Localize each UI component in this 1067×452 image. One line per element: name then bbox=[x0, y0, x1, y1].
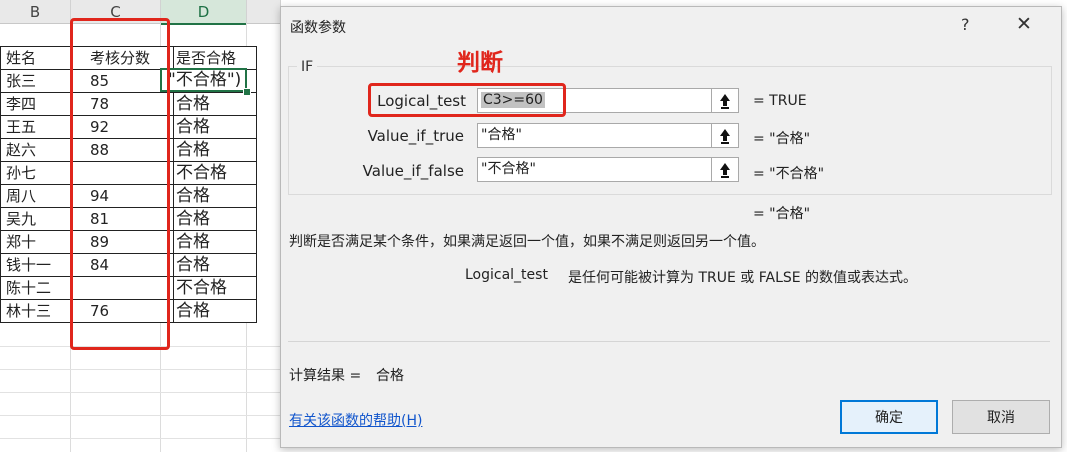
cell-pass[interactable]: 合格 bbox=[173, 138, 257, 162]
collapse-arrow-icon bbox=[720, 128, 730, 144]
gridline bbox=[0, 369, 280, 370]
argument-description: 是任何可能被计算为 TRUE 或 FALSE 的数值或表达式。 bbox=[568, 270, 918, 286]
collapse-arrow-icon bbox=[720, 162, 730, 178]
value-if-false-result: = "不合格" bbox=[753, 166, 825, 182]
divider bbox=[288, 341, 1050, 342]
column-header-d[interactable]: D bbox=[161, 0, 247, 25]
spreadsheet: B C D 姓名 考核分数 是否合格 张三 85 李四 78 合格 王五 92 … bbox=[0, 0, 281, 452]
cell-name[interactable]: 张三 bbox=[0, 69, 73, 93]
cell-name[interactable]: 林十三 bbox=[0, 299, 73, 323]
logical-test-result: = TRUE bbox=[753, 93, 807, 109]
cell-name[interactable]: 王五 bbox=[0, 115, 73, 139]
cell-name[interactable]: 吴九 bbox=[0, 207, 73, 231]
cell-pass[interactable]: 合格 bbox=[173, 184, 257, 208]
cell-pass[interactable]: 不合格 bbox=[173, 276, 257, 300]
cell-name[interactable]: 赵六 bbox=[0, 138, 73, 162]
argument-description-name: Logical_test bbox=[465, 267, 548, 283]
gridline bbox=[0, 392, 280, 393]
formula-result-preview: = "合格" bbox=[753, 206, 811, 222]
value-if-true-result: = "合格" bbox=[753, 131, 811, 147]
score-column-highlight bbox=[70, 18, 170, 350]
cell-name[interactable]: 李四 bbox=[0, 92, 73, 116]
gridline bbox=[0, 438, 280, 439]
value-if-false-collapse-button[interactable] bbox=[711, 157, 739, 182]
cell-pass[interactable]: 合格 bbox=[173, 253, 257, 277]
dialog-title: 函数参数 bbox=[290, 20, 346, 36]
function-arguments-dialog: 函数参数 ? ✕ IF 判断 Logical_test C3>=60 = TRU… bbox=[280, 6, 1062, 448]
value-if-true-collapse-button[interactable] bbox=[711, 123, 739, 148]
value-if-false-input[interactable]: "不合格" bbox=[477, 157, 727, 182]
close-icon[interactable]: ✕ bbox=[1016, 13, 1032, 35]
logical-test-collapse-button[interactable] bbox=[711, 88, 739, 113]
value-if-true-input[interactable]: "合格" bbox=[477, 123, 727, 148]
ok-button[interactable]: 确定 bbox=[840, 400, 938, 434]
value-if-true-label: Value_if_true bbox=[367, 127, 464, 145]
cell-name[interactable]: 钱十一 bbox=[0, 253, 73, 277]
function-description: 判断是否满足某个条件，如果满足返回一个值，如果不满足则返回另一个值。 bbox=[289, 234, 765, 250]
column-header-b[interactable]: B bbox=[0, 0, 71, 24]
column-header-e[interactable] bbox=[247, 0, 281, 24]
cell-name[interactable]: 陈十二 bbox=[0, 276, 73, 300]
calc-result-label: 计算结果 = bbox=[289, 368, 362, 384]
header-pass[interactable]: 是否合格 bbox=[173, 46, 257, 70]
cell-pass[interactable]: 合格 bbox=[173, 230, 257, 254]
active-cell-d3[interactable]: "不合格") bbox=[160, 68, 247, 92]
help-icon[interactable]: ? bbox=[961, 15, 970, 34]
cell-pass[interactable]: 合格 bbox=[173, 207, 257, 231]
cell-pass[interactable]: 不合格 bbox=[173, 161, 257, 185]
judge-annotation: 判断 bbox=[457, 50, 503, 76]
collapse-arrow-icon bbox=[720, 93, 730, 109]
function-name: IF bbox=[297, 59, 318, 75]
gridline bbox=[0, 415, 280, 416]
calc-result-value: 合格 bbox=[376, 368, 404, 384]
cell-pass[interactable]: 合格 bbox=[173, 115, 257, 139]
cell-name[interactable]: 孙七 bbox=[0, 161, 73, 185]
value-if-false-label: Value_if_false bbox=[362, 162, 464, 180]
fill-handle[interactable] bbox=[243, 88, 251, 96]
cell-name[interactable]: 郑十 bbox=[0, 230, 73, 254]
function-help-link[interactable]: 有关该函数的帮助(H) bbox=[289, 410, 422, 430]
header-name[interactable]: 姓名 bbox=[0, 46, 73, 70]
logical-test-highlight bbox=[368, 83, 566, 117]
cell-name[interactable]: 周八 bbox=[0, 184, 73, 208]
cell-pass[interactable]: 合格 bbox=[173, 299, 257, 323]
cancel-button[interactable]: 取消 bbox=[952, 400, 1050, 434]
